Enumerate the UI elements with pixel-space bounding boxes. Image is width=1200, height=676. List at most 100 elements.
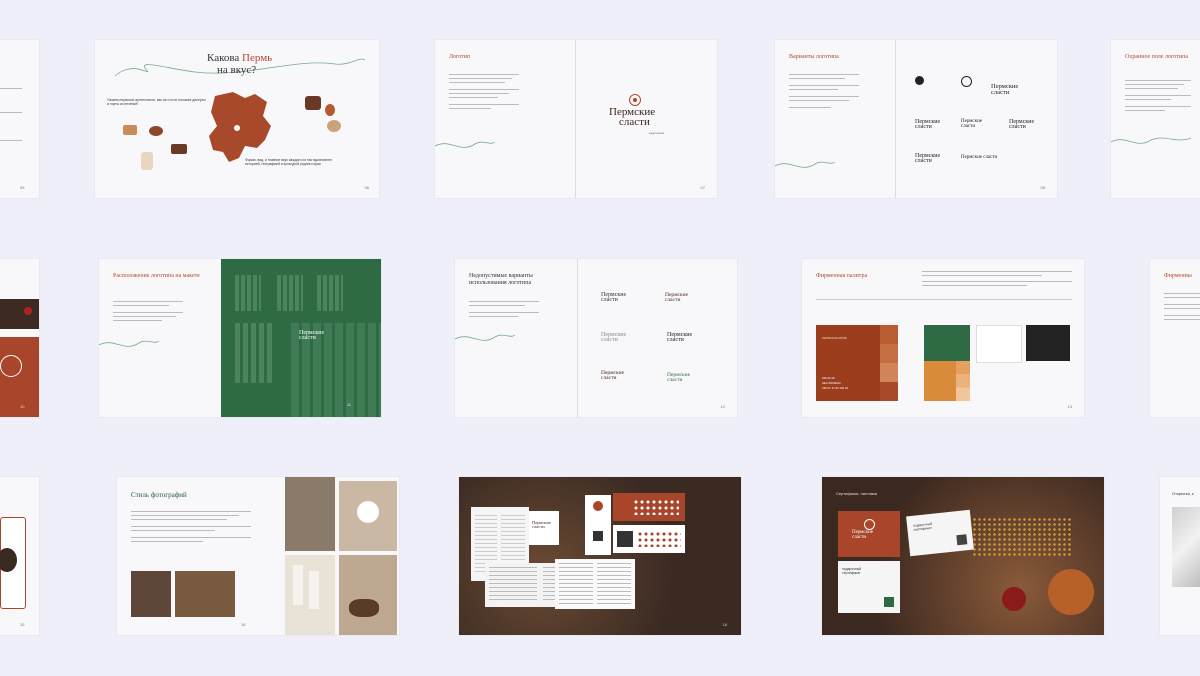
dessert-photo — [325, 104, 335, 116]
page-title: Фирменны — [1164, 273, 1192, 279]
coffee-photo — [339, 481, 397, 551]
page-number: 16 — [241, 622, 246, 627]
pastry-photo — [175, 571, 235, 617]
page-title: Недопустимые варианты использования лого… — [469, 273, 533, 286]
page-title: Сертификат, листовки — [836, 491, 878, 496]
brand-panel: 10 — [0, 337, 39, 417]
color-swatch-white[interactable] — [976, 325, 1022, 363]
page-number: 12 — [720, 404, 725, 409]
body-text — [113, 301, 183, 321]
slide-menu-signage[interactable]: Меню, вывески Пермскиесласти 18 — [459, 477, 741, 635]
slide-protective-field[interactable]: Охранное поле логотипа — [1111, 40, 1200, 198]
certificate-label: подарочный сертификат — [842, 567, 862, 575]
logo-wordmark: Пермские сласти — [852, 530, 873, 540]
slide-logo-placement[interactable]: Расположение логотипа на макете Пермские… — [99, 259, 381, 417]
street-photo — [285, 477, 335, 551]
divider — [0, 112, 22, 113]
page-number: 18 — [722, 622, 727, 627]
dessert-photo — [327, 120, 341, 132]
cup-mockup — [0, 517, 26, 609]
certificate-card[interactable]: подарочный сертификат — [906, 509, 974, 557]
postcard-photo — [1172, 507, 1200, 587]
certificate-card[interactable]: подарочный сертификат — [838, 561, 900, 613]
body-text — [469, 301, 539, 317]
decorative-curl-icon — [775, 161, 836, 168]
loyalty-card — [613, 493, 685, 521]
swatch-label: ПЕРМСКОЕ МОРЕ — [822, 336, 847, 340]
dessert-photo — [141, 152, 153, 170]
logo-wordmark: Пермские сласти — [609, 106, 656, 128]
page-title: Варианты логотипа — [789, 54, 839, 60]
slide-photo-style[interactable]: Стиль фотографий 16 — [117, 477, 399, 635]
certificate-cover: Пермские сласти — [838, 511, 900, 557]
building-mockup: Пермские сласти 11 — [221, 259, 381, 417]
body-text — [1125, 80, 1191, 111]
slide-left-partial-2[interactable]: 10 — [0, 259, 39, 417]
slide-brand-palette[interactable]: Фирменная палитра ПЕРМСКОЕ МОРЕ 156 62 2… — [802, 259, 1084, 417]
logo-mark-icon — [915, 76, 924, 85]
page-title: Расположение логотипа на макете — [113, 273, 200, 279]
page-title: Охранное поле логотипа — [1125, 54, 1188, 60]
divider — [816, 299, 1072, 300]
slide-logo[interactable]: Логотип Пермские сласти кондитерская 07 — [435, 40, 717, 198]
page-number: 10 — [20, 404, 25, 409]
color-swatch-black[interactable] — [1026, 325, 1070, 361]
berry-photo — [0, 299, 39, 329]
slide-left-partial-1[interactable]: 05 — [0, 40, 39, 198]
spread-fold — [895, 40, 896, 198]
logo-mark-icon — [629, 94, 641, 106]
logo-wordmark: Пермские сласти — [601, 370, 625, 381]
logo-wordmark: Пермские сласти — [991, 83, 1019, 96]
page-number: 05 — [20, 185, 25, 190]
page-number: 07 — [700, 185, 705, 190]
dessert-photo — [149, 126, 163, 136]
logo-wordmark: Пермские сласти — [532, 520, 551, 530]
page-title: Какова Пермь на вкус? — [207, 52, 273, 76]
logo-wordmark: Пермские сласти — [665, 292, 689, 303]
logo-wordmark: Пермские сласти — [667, 372, 691, 383]
color-swatch-orange[interactable] — [924, 361, 970, 401]
slide-postcards-partial[interactable]: Открытка, к — [1160, 477, 1200, 635]
logo-card: Пермские сласти — [529, 511, 559, 545]
loyalty-card — [613, 525, 685, 553]
subtitle: Узнаем пермское аутентичное, как на что … — [107, 98, 206, 107]
page-number: 06 — [364, 185, 369, 190]
page-number: 13 — [1067, 404, 1072, 409]
page-title: Стиль фотографий — [131, 491, 187, 499]
certificate-label: подарочный сертификат — [912, 521, 933, 532]
perm-map-icon — [209, 92, 271, 162]
menu-sheet — [555, 559, 635, 609]
logo-wordmark: Пермские сласти — [299, 330, 325, 342]
slide-left-partial-3[interactable]: 15 — [0, 477, 39, 635]
logo-tagline: кондитерская — [649, 132, 665, 135]
dessert-photo — [305, 96, 321, 110]
color-tints — [880, 325, 898, 401]
body-text — [1164, 293, 1200, 320]
pattern-dots — [972, 517, 1072, 557]
slide-brand-right-partial[interactable]: Фирменны — [1150, 259, 1200, 417]
logo-wordmark: Пермские сласти — [667, 332, 693, 344]
page-number: 11 — [346, 402, 351, 407]
slide-logo-variants[interactable]: Варианты логотипа Пермские сласти Пермски… — [775, 40, 1057, 198]
spread-fold — [575, 40, 576, 198]
decorative-curl-icon — [99, 340, 160, 347]
spread-fold — [577, 259, 578, 417]
logo-wordmark: Пермские сласти — [601, 332, 627, 344]
logo-wordmark: Пермские сласти — [601, 292, 627, 304]
dessert-hand-photo — [339, 555, 397, 635]
footer-text: Форма, вид, и главное вкус каждого из на… — [245, 158, 332, 167]
logo-mark-icon — [961, 76, 972, 87]
leaflet — [585, 495, 611, 555]
body-text — [449, 74, 519, 109]
drinks-photo — [285, 555, 335, 635]
logo-wordmark: Пермские сласти — [915, 119, 941, 131]
body-text — [922, 271, 1072, 286]
page-title: Логотип — [449, 54, 471, 60]
dessert-photo — [123, 125, 137, 135]
slide-taste[interactable]: Какова Пермь на вкус? Узнаем пермское ау… — [95, 40, 379, 198]
color-swatch-green[interactable] — [924, 325, 970, 361]
decorative-curl-icon — [455, 334, 516, 341]
slide-certificates[interactable]: Сертификат, листовки Пермские сласти пода… — [822, 477, 1104, 635]
slide-invalid-logo[interactable]: Недопустимые варианты использования лого… — [455, 259, 737, 417]
logo-wordmark: Пермские сласти — [915, 153, 941, 165]
